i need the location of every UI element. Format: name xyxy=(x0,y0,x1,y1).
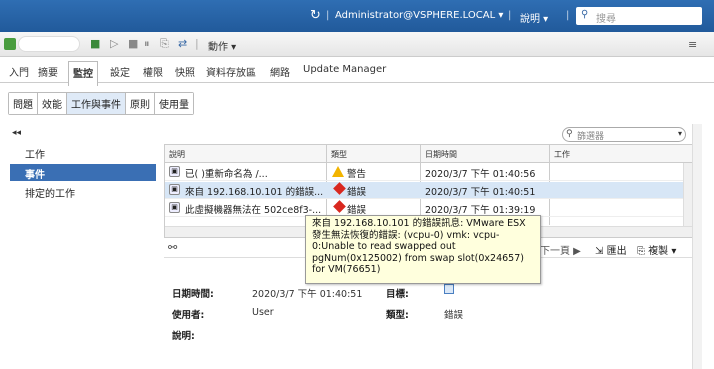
power-off-icon[interactable]: ■ xyxy=(128,37,138,50)
subtab-performance[interactable]: 效能 xyxy=(38,93,67,114)
column-datetime[interactable]: 日期時間 xyxy=(425,149,457,160)
copy-button[interactable]: ⎘ 複製 ▾ xyxy=(637,242,676,257)
column-description[interactable]: 說明 xyxy=(169,149,185,160)
menu-icon[interactable]: ≡ xyxy=(688,38,697,51)
subtab-utilization[interactable]: 使用量 xyxy=(155,93,193,114)
error-tooltip: 來自 192.168.10.101 的錯誤訊息: VMware ESX 發生無法… xyxy=(305,215,541,284)
help-menu[interactable]: 說明 ▾ xyxy=(520,10,548,25)
export-label: 匯出 xyxy=(606,246,627,257)
vm-icon: ▣ xyxy=(169,184,180,195)
copy-label: 複製 ▾ xyxy=(648,246,677,257)
subtab-issues[interactable]: 問題 xyxy=(9,93,38,114)
top-header: ↻ | Administrator@VSPHERE.LOCAL ▾ | 說明 ▾… xyxy=(0,0,714,32)
tab-getting-started[interactable]: 入門 xyxy=(9,64,29,79)
object-toolbar: ■ ▷ ■ ⏸ ⎘ ⇄ | 動作 ▾ ≡ xyxy=(0,32,714,57)
tab-summary[interactable]: 摘要 xyxy=(38,64,58,79)
row-datetime: 2020/3/7 下午 01:39:19 xyxy=(425,205,536,216)
main-tabs: 入門 摘要 監控 設定 權限 快照 資料存放區 網路 Update Manage… xyxy=(0,57,714,86)
tab-datastores[interactable]: 資料存放區 xyxy=(206,64,256,79)
column-type[interactable]: 類型 xyxy=(331,149,347,160)
search-placeholder: 搜尋 xyxy=(596,14,616,25)
tab-snapshots[interactable]: 快照 xyxy=(175,64,195,79)
tab-permissions[interactable]: 權限 xyxy=(143,64,163,79)
subtab-tasks-events[interactable]: 工作與事件 xyxy=(67,93,126,114)
user-value: User xyxy=(252,307,274,318)
binoculars-icon[interactable]: ⚯ xyxy=(168,241,177,254)
nav-item-events[interactable]: 事件 xyxy=(10,164,156,181)
row-datetime: 2020/3/7 下午 01:40:51 xyxy=(425,187,536,198)
warning-icon xyxy=(332,166,344,177)
vm-icon[interactable] xyxy=(444,284,454,294)
table-row[interactable]: ▣ 已( )重新命名為 /... 警告 2020/3/7 下午 01:40:56 xyxy=(165,164,683,181)
refresh-icon[interactable]: ↻ xyxy=(310,8,321,23)
row-type: 警告 xyxy=(347,169,367,180)
suspend-icon[interactable]: ⏸ xyxy=(144,37,150,51)
datetime-value: 2020/3/7 下午 01:40:51 xyxy=(252,289,363,300)
user-menu[interactable]: Administrator@VSPHERE.LOCAL ▾ xyxy=(335,10,503,21)
grid-header: 說明 類型 日期時間 工作 xyxy=(165,145,693,163)
export-button[interactable]: ⇲ 匯出 xyxy=(595,242,627,257)
actions-menu[interactable]: 動作 ▾ xyxy=(208,38,236,53)
row-datetime: 2020/3/7 下午 01:40:56 xyxy=(425,169,536,180)
snapshot-icon[interactable]: ⎘ xyxy=(160,37,169,51)
search-icon: ⚲ xyxy=(566,129,573,139)
filter-placeholder: 篩選器 xyxy=(577,132,605,142)
separator: | xyxy=(326,10,330,21)
row-type: 錯誤 xyxy=(347,205,367,216)
search-input[interactable]: ⚲ 搜尋 xyxy=(576,7,702,25)
search-icon: ⚲ xyxy=(581,9,589,20)
separator: | xyxy=(195,37,199,50)
tab-networks[interactable]: 網路 xyxy=(270,64,290,79)
copy-icon: ⎘ xyxy=(637,246,645,257)
vm-icon: ▣ xyxy=(169,166,180,177)
power-on-icon[interactable]: ▷ xyxy=(110,37,118,50)
page-scrollbar[interactable] xyxy=(692,124,702,369)
object-name-field xyxy=(18,36,80,52)
nav-item-tasks[interactable]: 工作 xyxy=(10,144,156,161)
row-type: 錯誤 xyxy=(347,187,367,198)
sub-tabs: 問題 效能 工作與事件 原則 使用量 xyxy=(0,84,714,118)
vm-icon xyxy=(4,38,16,50)
filter-input[interactable]: ⚲ 篩選器 ▾ xyxy=(562,127,686,142)
vm-icon: ▣ xyxy=(169,202,180,213)
description-label: 說明: xyxy=(172,331,195,342)
chevron-down-icon[interactable]: ▾ xyxy=(678,129,682,138)
error-icon xyxy=(333,200,346,213)
row-description: 已( )重新命名為 /... xyxy=(185,169,268,180)
next-page-button[interactable]: 下一頁 ▶ xyxy=(540,242,581,257)
export-icon: ⇲ xyxy=(595,246,604,257)
collapse-icon[interactable]: ◂◂ xyxy=(12,128,21,138)
target-label: 目標: xyxy=(386,289,409,300)
nav-item-scheduled-tasks[interactable]: 排定的工作 xyxy=(10,183,156,200)
migrate-icon[interactable]: ⇄ xyxy=(178,37,187,50)
vm-console-icon[interactable]: ■ xyxy=(90,37,100,50)
datetime-label: 日期時間: xyxy=(172,289,214,300)
tab-configure[interactable]: 設定 xyxy=(110,64,130,79)
separator: | xyxy=(566,10,570,21)
column-task[interactable]: 工作 xyxy=(554,149,570,160)
separator: | xyxy=(508,10,512,21)
left-nav: ◂◂ 工作 事件 排定的工作 xyxy=(10,124,156,369)
subtab-policies[interactable]: 原則 xyxy=(126,93,155,114)
type-label: 類型: xyxy=(386,310,409,321)
user-label: 使用者: xyxy=(172,310,205,321)
table-row[interactable]: ▣ 來自 192.168.10.101 的錯誤... 錯誤 2020/3/7 下… xyxy=(165,182,683,199)
row-description: 來自 192.168.10.101 的錯誤... xyxy=(185,187,323,198)
tab-update-manager[interactable]: Update Manager xyxy=(303,64,386,75)
error-icon xyxy=(333,182,346,195)
type-value: 錯誤 xyxy=(444,310,464,321)
row-description: 此虛擬機器無法在 502ce8f3-... xyxy=(185,205,322,216)
tab-monitor[interactable]: 監控 xyxy=(68,61,98,86)
